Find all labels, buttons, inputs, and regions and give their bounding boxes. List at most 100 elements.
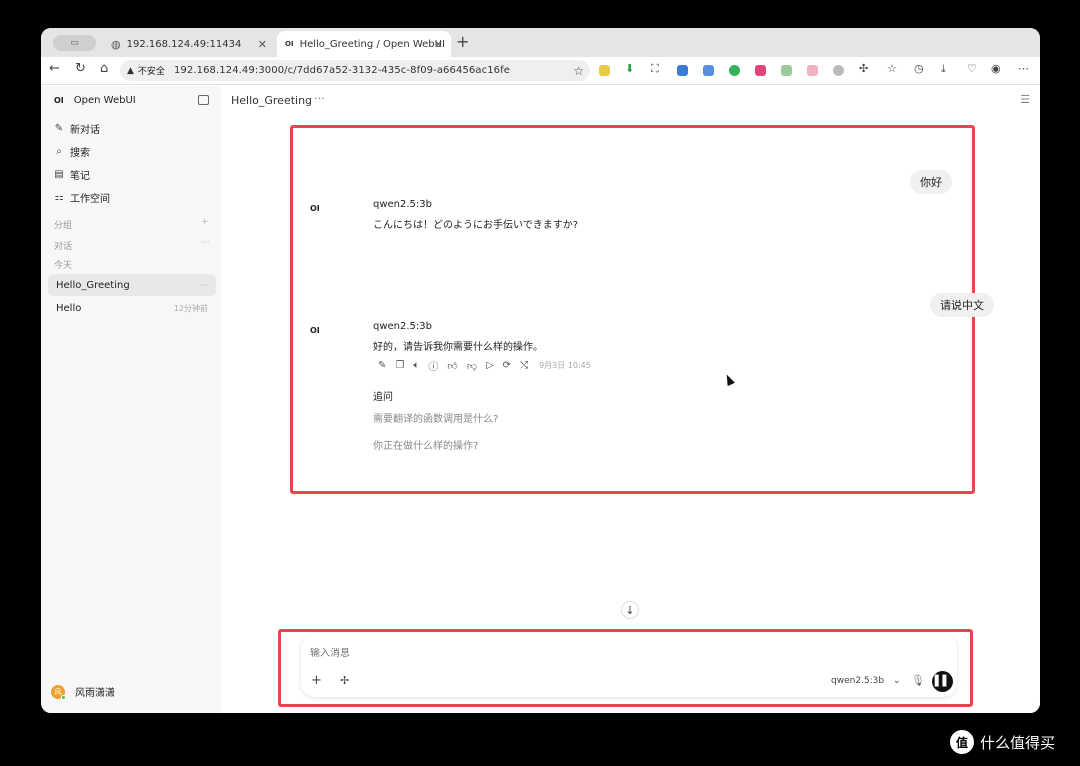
extension-icon[interactable] [599,65,610,76]
chat-more-button[interactable]: ··· [200,281,208,290]
sidebar-item-label: 搜索 [70,148,90,159]
chat-title: Hello [56,302,82,314]
tab-open-webui[interactable]: OI Hello_Greeting / Open WebUI ✕ [277,31,451,57]
new-tab-button[interactable]: + [456,32,469,51]
sidebar-toggle-icon[interactable] [198,95,209,105]
tab-strip: ▭ ◍ 192.168.124.49:11434 ✕ OI Hello_Gree… [41,28,1040,57]
chat-list-item[interactable]: Hello 12分钟前 [48,297,216,319]
sidebar-item-new-chat[interactable]: ✎ 新对话 [53,121,100,136]
chat-timestamp: 12分钟前 [173,303,208,313]
extension-icon[interactable] [729,65,740,76]
message-actions: ✎ ❐ 🔈︎ ⓘ 👍︎ 👎︎ ▷ ⟳ ⤭ 9月3日 10:45 [378,358,600,373]
chat-title: Hello_Greeting [56,279,130,291]
sidebar-item-notes[interactable]: ▤ 笔记 [53,167,90,182]
extension-icon[interactable] [703,65,714,76]
model-name: qwen2.5:3b [373,199,432,210]
brand-name: Open WebUI [73,95,136,106]
reload-icon[interactable]: ↻ [75,61,86,76]
close-icon[interactable]: ✕ [258,38,267,51]
sidebar-item-label: 工作空间 [70,194,110,205]
message-input[interactable] [310,648,710,659]
page-title: Hello_Greeting [231,94,313,107]
chats-more-button[interactable]: ··· [201,238,210,248]
extension-icon[interactable] [781,65,792,76]
message-composer: + ✢ qwen2.5:3b ⌄ 🎙︎ ▌▌ [301,634,957,697]
warning-icon[interactable]: ▲ [127,66,134,76]
puzzle-icon[interactable]: ✣ [859,62,868,75]
message-timestamp: 9月3日 10:45 [539,361,591,370]
menu-icon[interactable]: ⋯ [1018,62,1029,75]
user-menu[interactable]: 风 风雨潇潇 [51,684,115,700]
history-icon[interactable]: ◷ [914,62,924,75]
branch-icon[interactable]: ⤭ [520,360,528,371]
followup-suggestion[interactable]: 你正在做什么样的操作? [373,437,478,452]
avatar-letter: 风 [54,687,62,696]
message-text: 请说中文 [940,299,984,312]
user-message: 你好 [910,170,952,194]
user-message: 请说中文 [930,293,994,317]
controls-icon[interactable]: ☰ [1020,93,1030,106]
window-icon: ▭ [70,38,79,48]
edit-icon[interactable]: ✎ [378,360,386,371]
model-logo: OI [310,326,320,335]
favorites-icon[interactable]: ☆ [887,62,897,75]
tools-icon[interactable]: ✢ [340,674,349,687]
close-icon[interactable]: ✕ [434,38,443,51]
tab-title: 192.168.124.49:11434 [126,38,242,50]
thumbs-up-icon[interactable]: 👍︎ [447,360,457,372]
bookmark-star-icon[interactable]: ☆ [573,64,584,78]
sidebar-item-workspace[interactable]: ⚏ 工作空间 [53,190,110,205]
profile-icon[interactable]: ◉ [991,62,1001,75]
download-green-icon[interactable]: ⬇ [625,62,634,75]
openwebui-icon: OI [285,40,294,48]
continue-icon[interactable]: ▷ [486,360,494,371]
copy-icon[interactable]: ❐ [395,360,404,371]
voice-mode-button[interactable]: ▌▌ [932,671,953,692]
sidebar-item-search[interactable]: ⌕ 搜索 [53,144,90,159]
regenerate-icon[interactable]: ⟳ [503,360,511,371]
chat-list-item[interactable]: Hello_Greeting ··· [48,274,216,296]
model-logo: OI [310,204,320,213]
screenshot-icon[interactable]: ⛶ [651,62,659,76]
chat-options-button[interactable]: ··· [314,92,325,105]
info-icon[interactable]: ⓘ [428,358,438,373]
pencil-icon: ✎ [54,123,64,134]
back-icon[interactable]: ← [49,61,60,76]
model-name: qwen2.5:3b [373,321,432,332]
followup-suggestion[interactable]: 需要翻译的函数调用是什么? [373,410,498,425]
performance-icon[interactable]: ♡ [967,62,977,75]
chat-main: Hello_Greeting ··· ☰ 你好 OI qwen2.5:3b こん… [221,86,1040,713]
watermark-logo: 值 [950,730,974,754]
extension-icon[interactable] [677,65,688,76]
avatar: 风 [51,684,66,700]
model-selector[interactable]: qwen2.5:3b ⌄ [831,676,901,686]
home-icon[interactable]: ⌂ [100,61,108,76]
user-name: 风雨潇潇 [75,688,115,699]
waveform-icon: ▌▌ [934,676,951,687]
workspace-icon: ⚏ [54,192,64,203]
section-groups: 分组 [54,221,73,231]
extension-icon[interactable] [807,65,818,76]
brand[interactable]: OI Open WebUI [54,95,136,106]
extension-icon[interactable] [833,65,844,76]
microphone-icon[interactable]: 🎙︎ [911,674,925,687]
sidebar-item-label: 笔记 [70,171,90,182]
address-bar[interactable]: ▲ 不安全 192.168.124.49:3000/c/7dd67a52-313… [120,60,590,81]
notes-icon: ▤ [54,169,64,180]
section-today: 今天 [54,261,73,271]
openwebui-logo: OI [54,96,64,105]
tab-ollama[interactable]: ◍ 192.168.124.49:11434 ✕ [103,31,275,57]
thumbs-down-icon[interactable]: 👎︎ [467,360,477,372]
extension-icon[interactable] [755,65,766,76]
browser-window: ▭ ◍ 192.168.124.49:11434 ✕ OI Hello_Gree… [41,28,1040,713]
downloads-icon[interactable]: ⤓ [941,62,946,76]
tab-group-pill[interactable]: ▭ [53,35,96,51]
read-aloud-icon[interactable]: 🔈︎ [413,360,419,371]
scroll-to-bottom-button[interactable]: ↓ [621,601,639,619]
watermark-text: 什么值得买 [980,733,1056,752]
followup-label: 追问 [373,392,393,403]
model-selector-label: qwen2.5:3b [831,676,885,686]
browser-toolbar: ← ↻ ⌂ ▲ 不安全 192.168.124.49:3000/c/7dd67a… [41,57,1040,85]
add-group-button[interactable]: + [201,217,209,227]
add-attachment-button[interactable]: + [311,673,322,688]
